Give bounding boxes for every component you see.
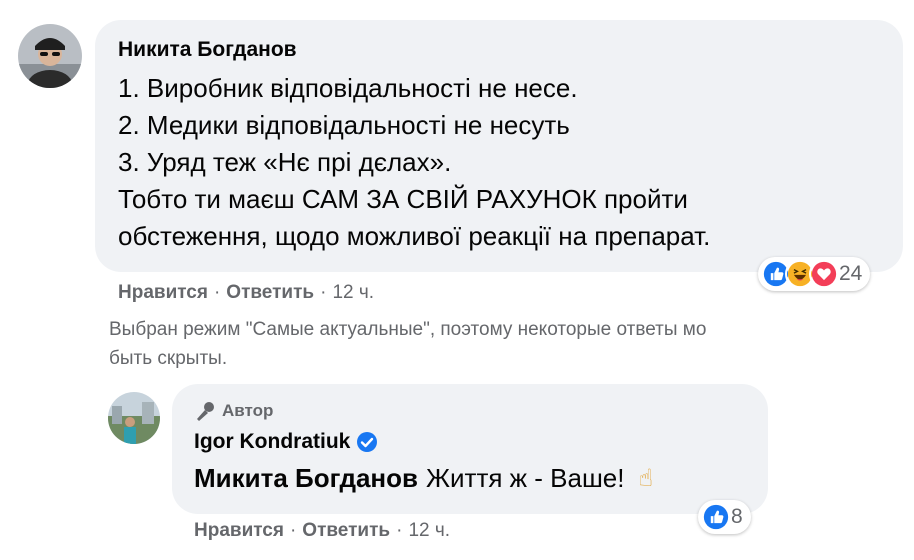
reply-text-body: Життя ж - Ваше!: [426, 463, 625, 493]
comment-text-line: обстеження, щодо можливої реакції на пре…: [118, 221, 711, 251]
avatar-photo: [18, 24, 82, 88]
microphone-icon: [197, 402, 214, 421]
reply-link[interactable]: Ответить: [302, 520, 390, 541]
ranking-notice-line: быть скрыты.: [109, 348, 228, 369]
avatar-photo: [108, 392, 160, 444]
separator-dot: ·: [320, 282, 327, 303]
comment-text-line: Тобто ти маєш САМ ЗА СВІЙ РАХУНОК пройти: [118, 184, 688, 214]
reaction-count: 24: [839, 262, 863, 285]
like-link[interactable]: Нравится: [118, 282, 208, 303]
reply-link[interactable]: Ответить: [226, 282, 314, 303]
reply-author[interactable]: Igor Kondratiuk: [194, 430, 378, 454]
commenter-avatar[interactable]: [18, 24, 82, 88]
verified-badge-icon: [357, 432, 378, 452]
reactions-summary[interactable]: 24: [758, 257, 871, 291]
mention-link[interactable]: Микита Богданов: [194, 463, 418, 494]
reply-author-name[interactable]: Igor Kondratiuk: [194, 430, 350, 454]
separator-dot: ·: [396, 520, 403, 541]
separator-dot: ·: [289, 520, 297, 541]
comment-actions: Нравится · Ответить · 12 ч.: [118, 282, 374, 304]
separator-dot: ·: [213, 282, 221, 303]
ranking-notice-line: Выбран режим "Самые актуальные", поэтому…: [109, 319, 707, 340]
comment-timestamp[interactable]: 12 ч.: [332, 282, 374, 303]
like-link[interactable]: Нравится: [194, 520, 284, 541]
comment-text-line: 1. Виробник відповідальності не несе.: [118, 73, 578, 103]
comment-author[interactable]: Никита Богданов: [118, 38, 297, 62]
reaction-count: 8: [731, 505, 743, 528]
love-icon: [809, 259, 839, 289]
author-badge: Автор: [194, 400, 273, 422]
like-icon: [701, 502, 731, 532]
reply-author-avatar[interactable]: [108, 392, 160, 444]
pointing-up-emoji: ☝: [638, 465, 654, 492]
comment-text-line: 3. Уряд теж «Нє прі дєлах».: [118, 147, 452, 177]
reactions-summary[interactable]: 8: [698, 500, 751, 534]
comment-text-line: 2. Медики відповідальності не несуть: [118, 110, 570, 140]
reply-text: Микита Богданов Життя ж - Ваше! ☝: [194, 463, 653, 494]
reply-actions: Нравится · Ответить · 12 ч.: [194, 520, 450, 542]
author-badge-label: Автор: [222, 401, 274, 420]
reply-timestamp[interactable]: 12 ч.: [408, 520, 450, 541]
